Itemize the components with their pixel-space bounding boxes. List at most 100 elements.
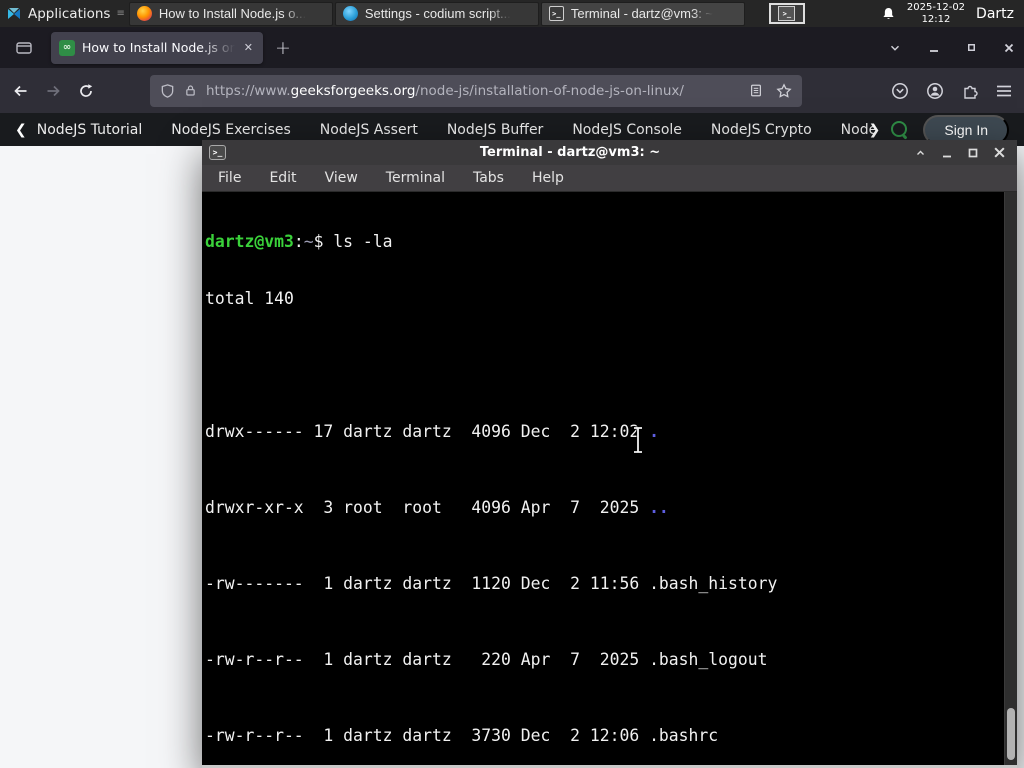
- taskbar-window-button[interactable]: Settings - codium script...: [334, 1, 539, 26]
- firefox-view-button[interactable]: [9, 35, 39, 61]
- terminal-menubar: File Edit View Terminal Tabs Help: [202, 165, 1017, 192]
- prompt-command: $ ls -la: [313, 232, 393, 251]
- nav-link[interactable]: NodeJS Assert: [320, 122, 418, 138]
- applications-menu-icon: [8, 7, 20, 19]
- window-minimize-button[interactable]: [928, 42, 940, 54]
- panel-handle-icon: [116, 8, 124, 19]
- terminal-menu-item[interactable]: File: [218, 170, 241, 186]
- file-name: .: [649, 422, 659, 441]
- nav-link[interactable]: NodeJS Buffer: [447, 122, 544, 138]
- file-name: .bashrc: [649, 726, 719, 745]
- terminal-listing-row: -rw-r--r-- 1 dartz dartz 3730 Dec 2 12:0…: [205, 726, 1003, 745]
- panel-clock-date: 2025-12-02: [906, 2, 966, 13]
- panel-clock[interactable]: 2025-12-02 12:12: [907, 2, 965, 25]
- menu-hamburger-icon[interactable]: [996, 84, 1012, 98]
- nav-scroll-left-icon[interactable]: [15, 122, 27, 138]
- url-prefix: https://www.: [206, 82, 291, 99]
- terminal-titlebar[interactable]: Terminal - dartz@vm3: ~: [202, 140, 1017, 165]
- terminal-menu-item[interactable]: Terminal: [386, 170, 445, 186]
- panel-clock-time: 12:12: [921, 13, 951, 25]
- reload-button[interactable]: [78, 83, 94, 99]
- applications-menu-label: Applications: [28, 5, 111, 22]
- file-attributes: -rw-r--r-- 1 dartz dartz 220 Apr 7 2025: [205, 650, 650, 669]
- applications-menu[interactable]: Applications: [0, 0, 116, 27]
- prompt-separator: :: [293, 232, 304, 251]
- url-text: https://www.geeksforgeeks.org/node-js/in…: [206, 83, 740, 99]
- tab-title: How to Install Node.js on: [82, 40, 235, 55]
- file-attributes: -rw------- 1 dartz dartz 1120 Dec 2 11:5…: [205, 574, 650, 593]
- terminal-listing: drwx------ 17 dartz dartz 4096 Dec 2 12:…: [205, 346, 1003, 765]
- terminal-window-title: Terminal - dartz@vm3: ~: [479, 145, 661, 160]
- window-close-button[interactable]: [1003, 42, 1015, 54]
- terminal-listing-row: drwx------ 17 dartz dartz 4096 Dec 2 12:…: [205, 422, 1003, 441]
- extensions-puzzle-icon[interactable]: [961, 82, 979, 100]
- new-tab-button[interactable]: [275, 37, 291, 59]
- mouse-cursor-ibeam: [634, 426, 642, 454]
- forward-button[interactable]: [45, 83, 62, 99]
- url-bar[interactable]: https://www.geeksforgeeks.org/node-js/in…: [150, 74, 802, 107]
- taskbar-window-button[interactable]: How to Install Node.js o...: [128, 1, 333, 26]
- window-maximize-button[interactable]: [966, 42, 977, 53]
- reader-mode-icon[interactable]: [749, 83, 763, 98]
- workspace-frame: [768, 3, 805, 24]
- nav-scroll-right-icon[interactable]: [869, 122, 881, 138]
- terminal-menu-item[interactable]: Tabs: [473, 170, 504, 186]
- terminal-maximize-button[interactable]: [967, 147, 979, 159]
- back-button[interactable]: [12, 83, 29, 99]
- tab-close-icon[interactable]: [242, 39, 255, 56]
- lock-icon[interactable]: [184, 83, 197, 98]
- file-attributes: drwx------ 17 dartz dartz 4096 Dec 2 12:…: [205, 422, 650, 441]
- taskbar: How to Install Node.js o... Settings - c…: [128, 0, 745, 27]
- panel-tray: 2025-12-02 12:12 Dartz: [881, 0, 1024, 27]
- taskbar-window-label: How to Install Node.js o...: [158, 6, 307, 21]
- url-path: /node-js/installation-of-node-js-on-linu…: [415, 82, 684, 99]
- urlbar-actions: [749, 82, 792, 99]
- account-icon[interactable]: [926, 82, 944, 100]
- list-all-tabs-button[interactable]: [888, 41, 902, 55]
- nav-link[interactable]: NodeJS Crypto: [711, 122, 812, 138]
- terminal-output-area[interactable]: dartz@vm3:~$ ls -la total 140 drwx------…: [202, 192, 1017, 765]
- top-panel: Applications How to Install Node.js o...…: [0, 0, 1024, 27]
- browser-tab[interactable]: How to Install Node.js on: [51, 31, 263, 64]
- terminal-menu-item[interactable]: Edit: [269, 170, 296, 186]
- nav-link[interactable]: NodeJS Tutorial: [37, 122, 142, 138]
- notification-bell-icon[interactable]: [881, 6, 896, 22]
- file-attributes: drwxr-xr-x 3 root root 4096 Apr 7 2025: [205, 498, 650, 517]
- terminal-shade-button[interactable]: [914, 147, 927, 159]
- taskbar-window-button[interactable]: Terminal - dartz@vm3: ~: [540, 1, 745, 26]
- taskbar-window-label: Terminal - dartz@vm3: ~: [570, 6, 714, 21]
- terminal-total-line: total 140: [205, 289, 294, 308]
- terminal-menu-item[interactable]: View: [325, 170, 358, 186]
- prompt-user-host: dartz@vm3: [205, 232, 294, 251]
- panel-user-menu[interactable]: Dartz: [976, 6, 1014, 22]
- terminal-listing-row: -rw------- 1 dartz dartz 1120 Dec 2 11:5…: [205, 574, 1003, 593]
- firefox-tab-bar: How to Install Node.js on: [0, 27, 1024, 68]
- terminal-window-controls: [914, 146, 1010, 159]
- file-name: .bash_history: [649, 574, 778, 593]
- terminal-close-button[interactable]: [993, 146, 1006, 159]
- workspace-switcher[interactable]: [763, 1, 811, 26]
- tracking-protection-shield-icon[interactable]: [160, 83, 175, 99]
- terminal-minimize-button[interactable]: [941, 147, 953, 159]
- geeksforgeeks-favicon: [59, 39, 75, 56]
- firefox-toolbar: https://www.geeksforgeeks.org/node-js/in…: [0, 68, 1024, 113]
- terminal-window: Terminal - dartz@vm3: ~ File Edit View T…: [202, 140, 1017, 768]
- pocket-icon[interactable]: [891, 82, 909, 100]
- terminal-menu-item[interactable]: Help: [532, 170, 564, 186]
- terminal-prompt-line: dartz@vm3:~$ ls -la: [205, 232, 1003, 251]
- file-attributes: -rw-r--r-- 1 dartz dartz 3730 Dec 2 12:0…: [205, 726, 650, 745]
- taskbar-window-icon: [136, 6, 152, 21]
- taskbar-window-label: Settings - codium script...: [364, 6, 511, 21]
- terminal-listing-row: -rw-r--r-- 1 dartz dartz 220 Apr 7 2025 …: [205, 650, 1003, 669]
- toolbar-right-actions: [891, 82, 1012, 100]
- terminal-scrollbar[interactable]: [1004, 192, 1017, 765]
- nav-links: NodeJS Tutorial NodeJS Exercises NodeJS …: [37, 122, 875, 138]
- bookmark-star-icon[interactable]: [776, 82, 792, 99]
- prompt-cwd: ~: [303, 232, 314, 251]
- search-icon[interactable]: [890, 120, 909, 139]
- taskbar-window-icon: [342, 6, 358, 21]
- terminal-app-icon: [209, 145, 226, 160]
- nav-link[interactable]: NodeJS Exercises: [171, 122, 291, 138]
- terminal-scrollbar-thumb[interactable]: [1007, 708, 1015, 760]
- nav-link[interactable]: NodeJS Console: [572, 122, 682, 138]
